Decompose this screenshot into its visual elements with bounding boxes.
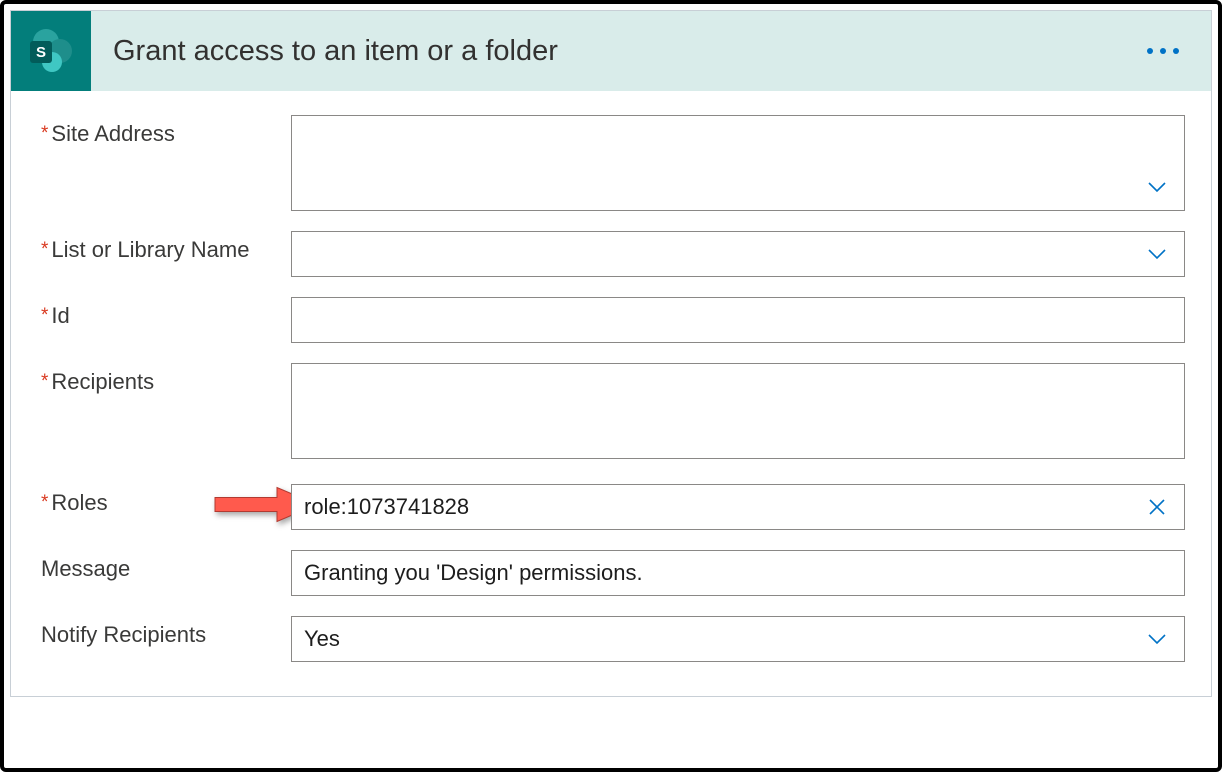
list-name-input[interactable] — [291, 231, 1185, 277]
notify-input[interactable]: Yes — [291, 616, 1185, 662]
label-roles: *Roles — [41, 484, 291, 530]
svg-text:S: S — [36, 44, 46, 61]
message-input[interactable] — [291, 550, 1185, 596]
chevron-down-icon[interactable] — [1143, 173, 1171, 201]
row-id: *Id — [41, 297, 1185, 343]
label-recipients: *Recipients — [41, 363, 291, 464]
row-site-address: *Site Address — [41, 115, 1185, 211]
more-menu-button[interactable] — [1139, 40, 1187, 62]
action-card: S Grant access to an item or a folder *S… — [10, 10, 1212, 697]
label-message: Message — [41, 550, 291, 596]
card-title: Grant access to an item or a folder — [113, 35, 1139, 68]
roles-input[interactable]: role:1073741828 — [291, 484, 1185, 530]
chevron-down-icon[interactable] — [1143, 625, 1171, 653]
site-address-input[interactable] — [291, 115, 1185, 211]
label-id: *Id — [41, 297, 291, 343]
row-recipients: *Recipients — [41, 363, 1185, 464]
chevron-down-icon[interactable] — [1143, 240, 1171, 268]
row-list-name: *List or Library Name — [41, 231, 1185, 277]
label-notify: Notify Recipients — [41, 616, 291, 662]
row-message: Message — [41, 550, 1185, 596]
label-list-name: *List or Library Name — [41, 231, 291, 277]
id-input[interactable] — [291, 297, 1185, 343]
clear-icon[interactable] — [1143, 493, 1171, 521]
card-body: *Site Address *List or Library Name — [11, 91, 1211, 696]
row-notify: Notify Recipients Yes — [41, 616, 1185, 662]
row-roles: *Roles role:1073741828 — [41, 484, 1185, 530]
label-site-address: *Site Address — [41, 115, 291, 211]
card-header: S Grant access to an item or a folder — [11, 11, 1211, 91]
recipients-input[interactable] — [291, 363, 1185, 459]
sharepoint-icon: S — [11, 11, 91, 91]
